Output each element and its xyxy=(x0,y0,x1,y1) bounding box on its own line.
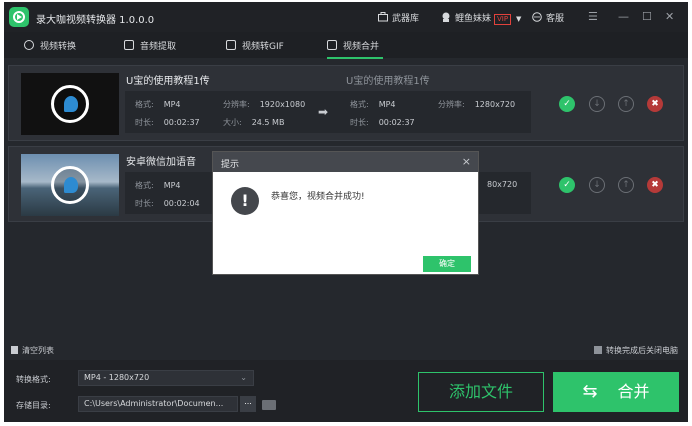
dialog-message: 恭喜您，视频合并成功! xyxy=(271,192,365,202)
success-dialog: 提示 × ! 恭喜您，视频合并成功! 确定 xyxy=(212,151,479,275)
convert-format-select[interactable]: MP4 - 1280x720 ⌄ xyxy=(78,370,254,386)
arsenal-label: 武器库 xyxy=(392,14,420,24)
tab-label: 视频转换 xyxy=(40,42,77,52)
browse-button[interactable]: ... xyxy=(240,396,256,412)
audio-extract-icon xyxy=(124,40,134,50)
tab-label: 视频合并 xyxy=(343,42,380,52)
move-down-icon[interactable]: ↓ xyxy=(589,177,605,193)
dialog-header: 提示 × xyxy=(213,152,478,172)
merge-label: 合并 xyxy=(617,382,650,401)
dialog-ok-button[interactable]: 确定 xyxy=(423,256,471,272)
save-dir-input[interactable]: C:\Users\Administrator\Documen... xyxy=(78,396,238,412)
file-name: 安卓微信加语音 xyxy=(126,157,196,168)
tab-video-to-gif[interactable]: 视频转GIF xyxy=(226,39,284,52)
convert-arrow-icon: ➡ xyxy=(318,105,329,119)
move-down-icon[interactable]: ↓ xyxy=(589,96,605,112)
duration-field: 时长: 00:02:04 xyxy=(135,199,200,208)
app-title: 录大咖视频转换器 1.0.0.0 xyxy=(36,15,155,26)
service-button[interactable]: 客服 xyxy=(532,11,564,24)
list-actions-bar: 清空列表 转换完成后关闭电脑 xyxy=(4,344,688,358)
clear-list-label: 清空列表 xyxy=(22,346,54,355)
video-convert-icon xyxy=(24,40,34,50)
user-dropdown-icon[interactable]: ▼ xyxy=(516,15,521,23)
dialog-title: 提示 xyxy=(221,160,240,170)
menu-icon[interactable]: ☰ xyxy=(588,10,598,23)
merge-button[interactable]: ⇆ 合并 xyxy=(553,372,679,412)
save-dir-label: 存储目录: xyxy=(16,401,51,410)
output-file-name: U宝的使用教程1传 xyxy=(346,76,430,87)
user-name: 鲤鱼妹妹 xyxy=(455,14,492,24)
output-resolution-field: 分辨率: 1280x720 xyxy=(438,100,516,109)
merge-icon xyxy=(327,40,337,50)
play-icon[interactable] xyxy=(51,166,89,204)
output-format-field: 格式: MP4 xyxy=(350,100,396,109)
output-duration-field: 时长: 00:02:37 xyxy=(350,118,415,127)
delete-icon[interactable]: ✖ xyxy=(647,96,663,112)
clear-list-button[interactable]: 清空列表 xyxy=(11,345,54,356)
dialog-close-icon[interactable]: × xyxy=(462,155,471,168)
user-avatar-icon xyxy=(441,12,451,22)
vip-badge: VIP xyxy=(494,14,512,25)
format-field: 格式: MP4 xyxy=(135,100,181,109)
tab-audio-extract[interactable]: 音频提取 xyxy=(124,39,176,52)
main-tabs: 视频转换 音频提取 视频转GIF 视频合并 xyxy=(4,32,688,59)
format-field: 格式: MP4 xyxy=(135,181,181,190)
convert-format-label: 转换格式: xyxy=(16,375,51,384)
swap-icon: ⇆ xyxy=(582,381,598,402)
shutdown-label: 转换完成后关闭电脑 xyxy=(606,346,678,355)
output-settings: 转换格式: MP4 - 1280x720 ⌄ 存储目录: C:\Users\Ad… xyxy=(4,360,688,422)
gif-icon xyxy=(226,40,236,50)
warning-icon: ! xyxy=(231,187,259,215)
add-file-button[interactable]: 添加文件 xyxy=(418,372,544,412)
tab-label: 视频转GIF xyxy=(242,42,284,52)
chevron-down-icon: ⌄ xyxy=(240,373,247,382)
app-window: 录大咖视频转换器 1.0.0.0 武器库 鲤鱼妹妹 VIP ▼ 客服 ☰ — ☐ … xyxy=(4,2,688,422)
service-label: 客服 xyxy=(546,14,565,24)
checkbox-icon[interactable] xyxy=(594,346,602,354)
folder-icon[interactable] xyxy=(262,400,276,410)
arsenal-button[interactable]: 武器库 xyxy=(378,11,419,24)
delete-icon[interactable]: ✖ xyxy=(647,177,663,193)
chat-icon xyxy=(532,12,542,22)
trash-icon xyxy=(11,346,18,354)
file-name: U宝的使用教程1传 xyxy=(126,76,210,87)
move-up-icon[interactable]: ↑ xyxy=(618,96,634,112)
maximize-icon[interactable]: ☐ xyxy=(642,10,652,23)
shutdown-checkbox[interactable]: 转换完成后关闭电脑 xyxy=(594,345,678,356)
output-resolution-field: 80x720 xyxy=(487,180,518,189)
video-thumbnail[interactable] xyxy=(21,154,119,216)
move-up-icon[interactable]: ↑ xyxy=(618,177,634,193)
tab-video-merge[interactable]: 视频合并 xyxy=(327,39,384,59)
title-bar: 录大咖视频转换器 1.0.0.0 武器库 鲤鱼妹妹 VIP ▼ 客服 ☰ — ☐ … xyxy=(4,2,688,32)
tab-video-convert[interactable]: 视频转换 xyxy=(24,39,76,52)
convert-format-value: MP4 - 1280x720 xyxy=(84,373,150,382)
file-info: 格式: MP4 时长: 00:02:37 分辨率: 1920x1080 大小: 24.5… xyxy=(125,91,531,133)
app-logo-icon xyxy=(9,7,29,27)
check-icon[interactable]: ✓ xyxy=(559,96,575,112)
video-thumbnail[interactable] xyxy=(21,73,119,135)
close-icon[interactable]: ✕ xyxy=(665,10,674,23)
size-field: 大小: 24.5 MB xyxy=(223,118,285,127)
minimize-icon[interactable]: — xyxy=(618,10,629,23)
duration-field: 时长: 00:02:37 xyxy=(135,118,200,127)
play-icon[interactable] xyxy=(51,85,89,123)
list-item[interactable]: U宝的使用教程1传 U宝的使用教程1传 格式: MP4 时长: 00:02:37 分… xyxy=(8,65,684,141)
check-icon[interactable]: ✓ xyxy=(559,177,575,193)
resolution-field: 分辨率: 1920x1080 xyxy=(223,100,306,109)
user-account[interactable]: 鲤鱼妹妹 VIP ▼ xyxy=(441,11,521,25)
toolbox-icon xyxy=(378,12,388,22)
tab-label: 音频提取 xyxy=(140,42,177,52)
